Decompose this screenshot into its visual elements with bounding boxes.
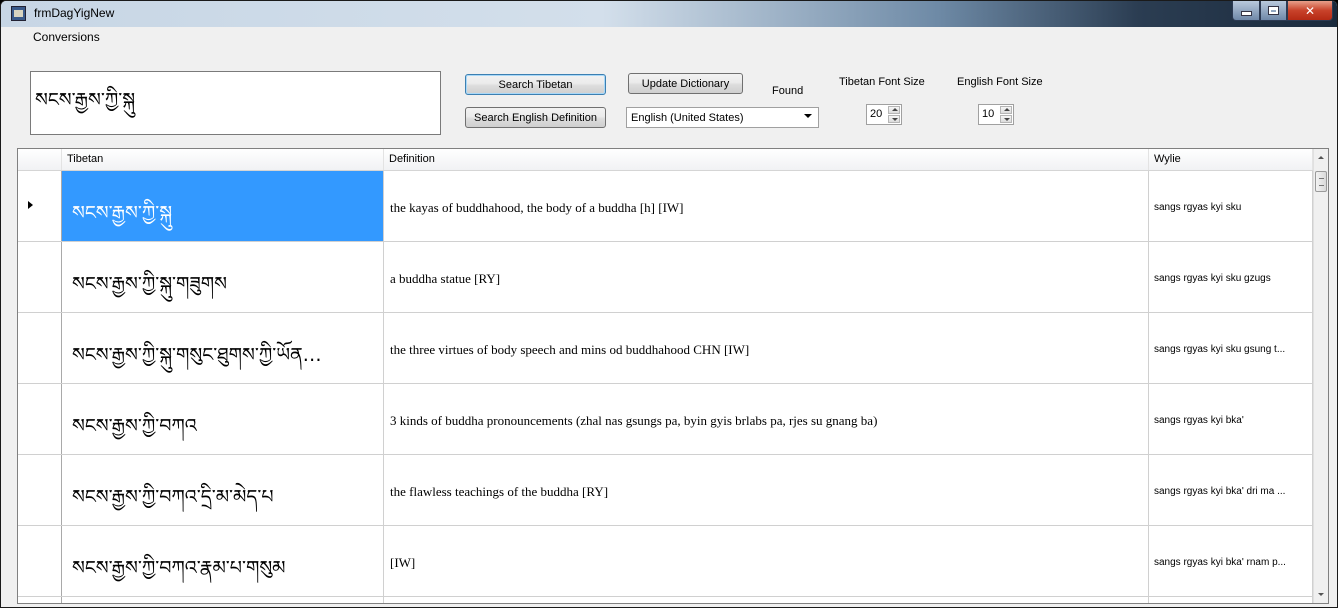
scroll-thumb[interactable] — [1315, 171, 1327, 192]
row-header-corner — [18, 149, 62, 170]
table-row[interactable]: སངས་རྒྱས་ཀྱི་སྐུ་གཟུགས a buddha statue [… — [18, 242, 1313, 313]
results-grid[interactable]: Tibetan Definition Wylie སངས་རྒྱས་ཀྱི་སྐ… — [17, 148, 1329, 604]
table-row[interactable]: སངས་རྒྱས་ཀྱི་བཀའ་དྲི་མ་མེད་པ the flawles… — [18, 455, 1313, 526]
tibetan-search-input[interactable]: སངས་རྒྱས་ཀྱི་སྐུ — [30, 71, 441, 135]
table-row[interactable]: སངས་རྒྱས་ཀྱི་སྐུ the kayas of buddhahood… — [18, 171, 1313, 242]
english-font-size-label: English Font Size — [957, 76, 1043, 88]
cell-tibetan[interactable]: སངས་རྒྱས་ཀྱི་སྐུ་གཟུགས — [62, 242, 384, 312]
spin-down-icon[interactable] — [888, 115, 900, 123]
menu-bar: Conversions — [1, 27, 1337, 47]
cell-wylie[interactable]: sangs rgyas kyi bka' rnam p... — [1149, 526, 1313, 596]
search-tibetan-button[interactable]: Search Tibetan — [465, 74, 606, 95]
vertical-scrollbar[interactable] — [1313, 149, 1328, 603]
found-label: Found — [772, 85, 804, 97]
toolbar: སངས་རྒྱས་ཀྱི་སྐུ Search Tibetan Search E… — [1, 47, 1337, 147]
cell-definition[interactable]: 3 kinds of buddha pronouncements (zhal n… — [384, 384, 1149, 454]
tibetan-font-size-value: 20 — [870, 108, 883, 120]
tibetan-font-size-stepper[interactable]: 20 — [866, 104, 902, 125]
cell-definition[interactable]: a buddha statue [RY] — [384, 242, 1149, 312]
cell-wylie[interactable]: sangs rgyas kyi bka' dri ma ... — [1149, 455, 1313, 525]
cell-wylie[interactable]: sangs rgyas kyi sku gzugs — [1149, 242, 1313, 312]
cell-definition[interactable]: the kayas of buddhahood, the body of a b… — [384, 171, 1149, 241]
cell-wylie[interactable]: sangs rgyas kyi sku gsung t... — [1149, 313, 1313, 383]
cell-wylie[interactable]: sangs rgyas kyi bka' — [1149, 384, 1313, 454]
cell-tibetan[interactable]: སངས་རྒྱས་ཀྱི་བཀའ་རྣམ་པ་གསུམ — [62, 526, 384, 596]
cell-definition[interactable]: the three virtues of body speech and min… — [384, 313, 1149, 383]
minimize-icon — [1240, 11, 1252, 16]
current-row-arrow-icon — [28, 201, 33, 209]
english-font-size-stepper[interactable]: 10 — [978, 104, 1014, 125]
table-row[interactable]: སངས་རྒྱས་ཀྱི་བཀའ་རྣམ་པ་གསུམ [IW] sangs r… — [18, 526, 1313, 597]
row-header[interactable] — [18, 171, 62, 241]
table-row[interactable]: སངས་རྒྱས་ཀྱི་སྐུ་གསུང་ཐུགས་ཀྱི་ཡོན… the … — [18, 313, 1313, 384]
minimize-button[interactable] — [1232, 1, 1260, 21]
maximize-button[interactable] — [1260, 1, 1287, 21]
language-select-value: English (United States) — [631, 112, 744, 124]
column-header-tibetan[interactable]: Tibetan — [62, 149, 384, 170]
cell-wylie[interactable]: sangs rgyas kyi sku — [1149, 171, 1313, 241]
english-font-size-value: 10 — [982, 108, 995, 120]
table-row[interactable]: སངས་རྒྱས་ཀྱི་བཀའ 3 kinds of buddha prono… — [18, 384, 1313, 455]
cell-tibetan[interactable]: སངས་རྒྱས་ཀྱི་བཀའ་དྲི་མ་མེད་པ — [62, 455, 384, 525]
menu-conversions[interactable]: Conversions — [33, 30, 100, 44]
chevron-down-icon — [804, 114, 812, 118]
main-window: frmDagYigNew ✕ Conversions སངས་རྒྱས་ཀྱི་… — [0, 0, 1338, 608]
row-header[interactable] — [18, 455, 62, 525]
cell-tibetan[interactable]: སངས་རྒྱས་ཀྱི་བཀའ — [62, 384, 384, 454]
search-english-definition-button[interactable]: Search English Definition — [465, 107, 606, 128]
spin-down-icon[interactable] — [1000, 115, 1012, 123]
tibetan-font-size-label: Tibetan Font Size — [839, 76, 925, 88]
spin-up-icon[interactable] — [888, 106, 900, 114]
scroll-up-icon[interactable] — [1314, 149, 1328, 166]
language-select[interactable]: English (United States) — [626, 107, 819, 128]
row-header[interactable] — [18, 526, 62, 596]
app-icon — [11, 6, 26, 21]
cell-tibetan[interactable]: སངས་རྒྱས་ཀྱི་སྐུ — [62, 171, 384, 241]
close-button[interactable]: ✕ — [1287, 1, 1333, 21]
close-icon: ✕ — [1304, 3, 1316, 18]
scroll-down-icon[interactable] — [1314, 586, 1328, 603]
cell-definition[interactable]: the flawless teachings of the buddha [RY… — [384, 455, 1149, 525]
table-row-partial[interactable] — [18, 597, 1313, 603]
column-header-definition[interactable]: Definition — [384, 149, 1149, 170]
row-header[interactable] — [18, 313, 62, 383]
window-title: frmDagYigNew — [34, 6, 115, 20]
spin-up-icon[interactable] — [1000, 106, 1012, 114]
grid-header: Tibetan Definition Wylie — [18, 149, 1313, 171]
cell-tibetan[interactable]: སངས་རྒྱས་ཀྱི་སྐུ་གསུང་ཐུགས་ཀྱི་ཡོན… — [62, 313, 384, 383]
update-dictionary-button[interactable]: Update Dictionary — [628, 73, 743, 94]
row-header[interactable] — [18, 384, 62, 454]
title-bar[interactable]: frmDagYigNew ✕ — [1, 1, 1337, 27]
row-header[interactable] — [18, 242, 62, 312]
cell-definition[interactable]: [IW] — [384, 526, 1149, 596]
column-header-wylie[interactable]: Wylie — [1149, 149, 1313, 170]
maximize-icon — [1268, 6, 1279, 15]
